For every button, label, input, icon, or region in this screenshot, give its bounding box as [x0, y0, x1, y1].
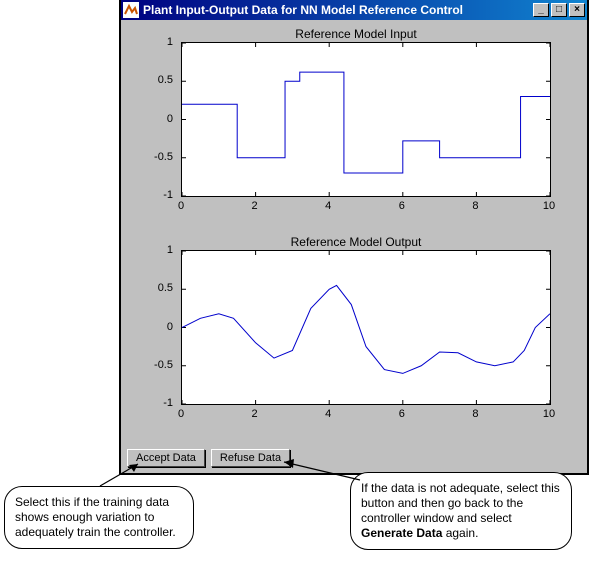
- x-tick-label: 0: [178, 200, 184, 212]
- callout-text-pre: If the data is not adequate, select this…: [361, 481, 560, 525]
- reference-model-input-chart: Reference Model Input -1 -0.5 0 0.5 1 0 2 4 6 8 1…: [141, 26, 571, 221]
- x-tick-label: 10: [543, 200, 555, 212]
- callout-text-bold: Generate Data: [361, 526, 442, 540]
- x-axis: 0246810: [181, 198, 551, 214]
- accept-data-button[interactable]: Accept Data: [127, 449, 205, 467]
- x-tick-label: 0: [178, 408, 184, 420]
- refuse-data-button[interactable]: Refuse Data: [211, 449, 290, 467]
- y-tick-label: 0.5: [141, 282, 173, 294]
- y-tick-label: 0: [141, 321, 173, 333]
- x-tick-label: 8: [472, 200, 478, 212]
- x-tick-label: 10: [543, 408, 555, 420]
- y-axis: -1-0.500.51: [141, 250, 177, 405]
- x-tick-label: 2: [252, 200, 258, 212]
- callout-text: Select this if the training data shows e…: [15, 495, 176, 539]
- reference-model-output-chart: Reference Model Output -1 -0.5 0 0.5 1 0 2 4 6 8…: [141, 234, 571, 429]
- x-axis: 0246810: [181, 406, 551, 422]
- callout-text-post: again.: [442, 526, 478, 540]
- chart-title: Reference Model Input: [141, 26, 571, 42]
- y-tick-label: -0.5: [141, 359, 173, 371]
- plot-svg: [182, 43, 550, 196]
- close-button[interactable]: ×: [569, 3, 585, 17]
- y-tick-label: 1: [141, 36, 173, 48]
- x-tick-label: 4: [325, 200, 331, 212]
- y-tick-label: -0.5: [141, 151, 173, 163]
- chart-title: Reference Model Output: [141, 234, 571, 250]
- button-row: Accept Data Refuse Data: [127, 449, 290, 467]
- y-tick-label: 0: [141, 113, 173, 125]
- window-title: Plant Input-Output Data for NN Model Ref…: [143, 3, 531, 17]
- callout-refuse: If the data is not adequate, select this…: [350, 472, 572, 550]
- titlebar: Plant Input-Output Data for NN Model Ref…: [121, 0, 587, 20]
- x-tick-label: 6: [399, 408, 405, 420]
- x-tick-label: 6: [399, 200, 405, 212]
- y-tick-label: 0.5: [141, 74, 173, 86]
- callout-accept: Select this if the training data shows e…: [4, 486, 194, 549]
- plot-area: [181, 250, 551, 405]
- x-tick-label: 4: [325, 408, 331, 420]
- y-tick-label: 1: [141, 244, 173, 256]
- minimize-button[interactable]: _: [533, 3, 549, 17]
- matlab-figure-window: Plant Input-Output Data for NN Model Ref…: [119, 0, 589, 475]
- matlab-icon: [123, 2, 139, 18]
- figure-content: Reference Model Input -1 -0.5 0 0.5 1 0 2 4 6 8 1…: [121, 20, 587, 473]
- x-tick-label: 8: [472, 408, 478, 420]
- plot-svg: [182, 251, 550, 404]
- y-axis: -1-0.500.51: [141, 42, 177, 197]
- y-tick-label: -1: [141, 189, 173, 201]
- y-tick-label: -1: [141, 397, 173, 409]
- x-tick-label: 2: [252, 408, 258, 420]
- maximize-button[interactable]: □: [551, 3, 567, 17]
- plot-area: [181, 42, 551, 197]
